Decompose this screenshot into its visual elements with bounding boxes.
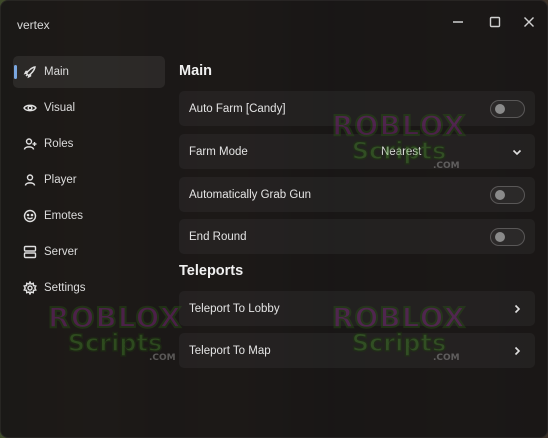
section-title-main: Main bbox=[179, 63, 213, 79]
minimize-button[interactable] bbox=[445, 11, 471, 37]
active-indicator bbox=[14, 65, 17, 79]
auto-farm-label: Auto Farm [Candy] bbox=[189, 102, 286, 115]
teleport-map-label: Teleport To Map bbox=[189, 344, 271, 357]
chevron-right-icon bbox=[511, 344, 523, 356]
toggle-knob bbox=[495, 232, 505, 242]
end-round-label: End Round bbox=[189, 230, 247, 243]
gear-icon bbox=[23, 281, 37, 295]
chevron-down-icon[interactable] bbox=[511, 145, 523, 157]
app-title: vertex bbox=[17, 18, 50, 32]
server-icon bbox=[23, 245, 37, 259]
user-plus-icon bbox=[23, 137, 37, 151]
sidebar-item-label: Visual bbox=[44, 102, 76, 114]
minimize-icon bbox=[452, 15, 464, 33]
sidebar-item-label: Server bbox=[44, 246, 78, 258]
sidebar-item-visual[interactable]: Visual bbox=[13, 92, 165, 124]
teleport-lobby-button[interactable]: Teleport To Lobby bbox=[179, 291, 535, 326]
farm-mode-row[interactable]: Farm Mode Nearest bbox=[179, 134, 535, 169]
grab-gun-label: Automatically Grab Gun bbox=[189, 188, 312, 201]
farm-mode-dropdown[interactable]: Nearest bbox=[381, 146, 421, 158]
maximize-icon bbox=[489, 15, 501, 33]
sidebar: Main Visual Roles Player Emotes Server S… bbox=[13, 56, 165, 308]
teleport-map-button[interactable]: Teleport To Map bbox=[179, 333, 535, 368]
grab-gun-toggle[interactable] bbox=[490, 186, 525, 204]
close-icon bbox=[523, 15, 535, 33]
sidebar-item-player[interactable]: Player bbox=[13, 164, 165, 196]
emote-icon bbox=[23, 209, 37, 223]
grab-gun-toggle-row[interactable]: Automatically Grab Gun bbox=[179, 177, 535, 212]
sidebar-item-label: Roles bbox=[44, 138, 74, 150]
sidebar-item-server[interactable]: Server bbox=[13, 236, 165, 268]
user-icon bbox=[23, 173, 37, 187]
farm-mode-label: Farm Mode bbox=[189, 145, 248, 158]
toggle-knob bbox=[495, 190, 505, 200]
title-bar[interactable]: vertex bbox=[1, 1, 547, 47]
sidebar-item-emotes[interactable]: Emotes bbox=[13, 200, 165, 232]
sidebar-item-label: Player bbox=[44, 174, 77, 186]
sidebar-item-settings[interactable]: Settings bbox=[13, 272, 165, 304]
toggle-knob bbox=[495, 104, 505, 114]
end-round-toggle-row[interactable]: End Round bbox=[179, 219, 535, 254]
app-window: vertex Main Visual Roles Player Emotes S… bbox=[0, 0, 548, 438]
teleport-lobby-label: Teleport To Lobby bbox=[189, 302, 280, 315]
sidebar-item-label: Main bbox=[44, 66, 69, 78]
rocket-icon bbox=[23, 65, 37, 79]
auto-farm-toggle-row[interactable]: Auto Farm [Candy] bbox=[179, 91, 535, 126]
sidebar-item-label: Settings bbox=[44, 282, 86, 294]
sidebar-item-label: Emotes bbox=[44, 210, 83, 222]
watermark-logo: ROBLOX Scripts .COM bbox=[47, 300, 182, 363]
sidebar-item-roles[interactable]: Roles bbox=[13, 128, 165, 160]
sidebar-item-main[interactable]: Main bbox=[13, 56, 165, 88]
chevron-right-icon bbox=[511, 302, 523, 314]
end-round-toggle[interactable] bbox=[490, 228, 525, 246]
section-title-teleports: Teleports bbox=[179, 263, 244, 279]
close-button[interactable] bbox=[516, 11, 542, 37]
eye-icon bbox=[23, 101, 37, 115]
maximize-button[interactable] bbox=[482, 11, 508, 37]
auto-farm-toggle[interactable] bbox=[490, 100, 525, 118]
